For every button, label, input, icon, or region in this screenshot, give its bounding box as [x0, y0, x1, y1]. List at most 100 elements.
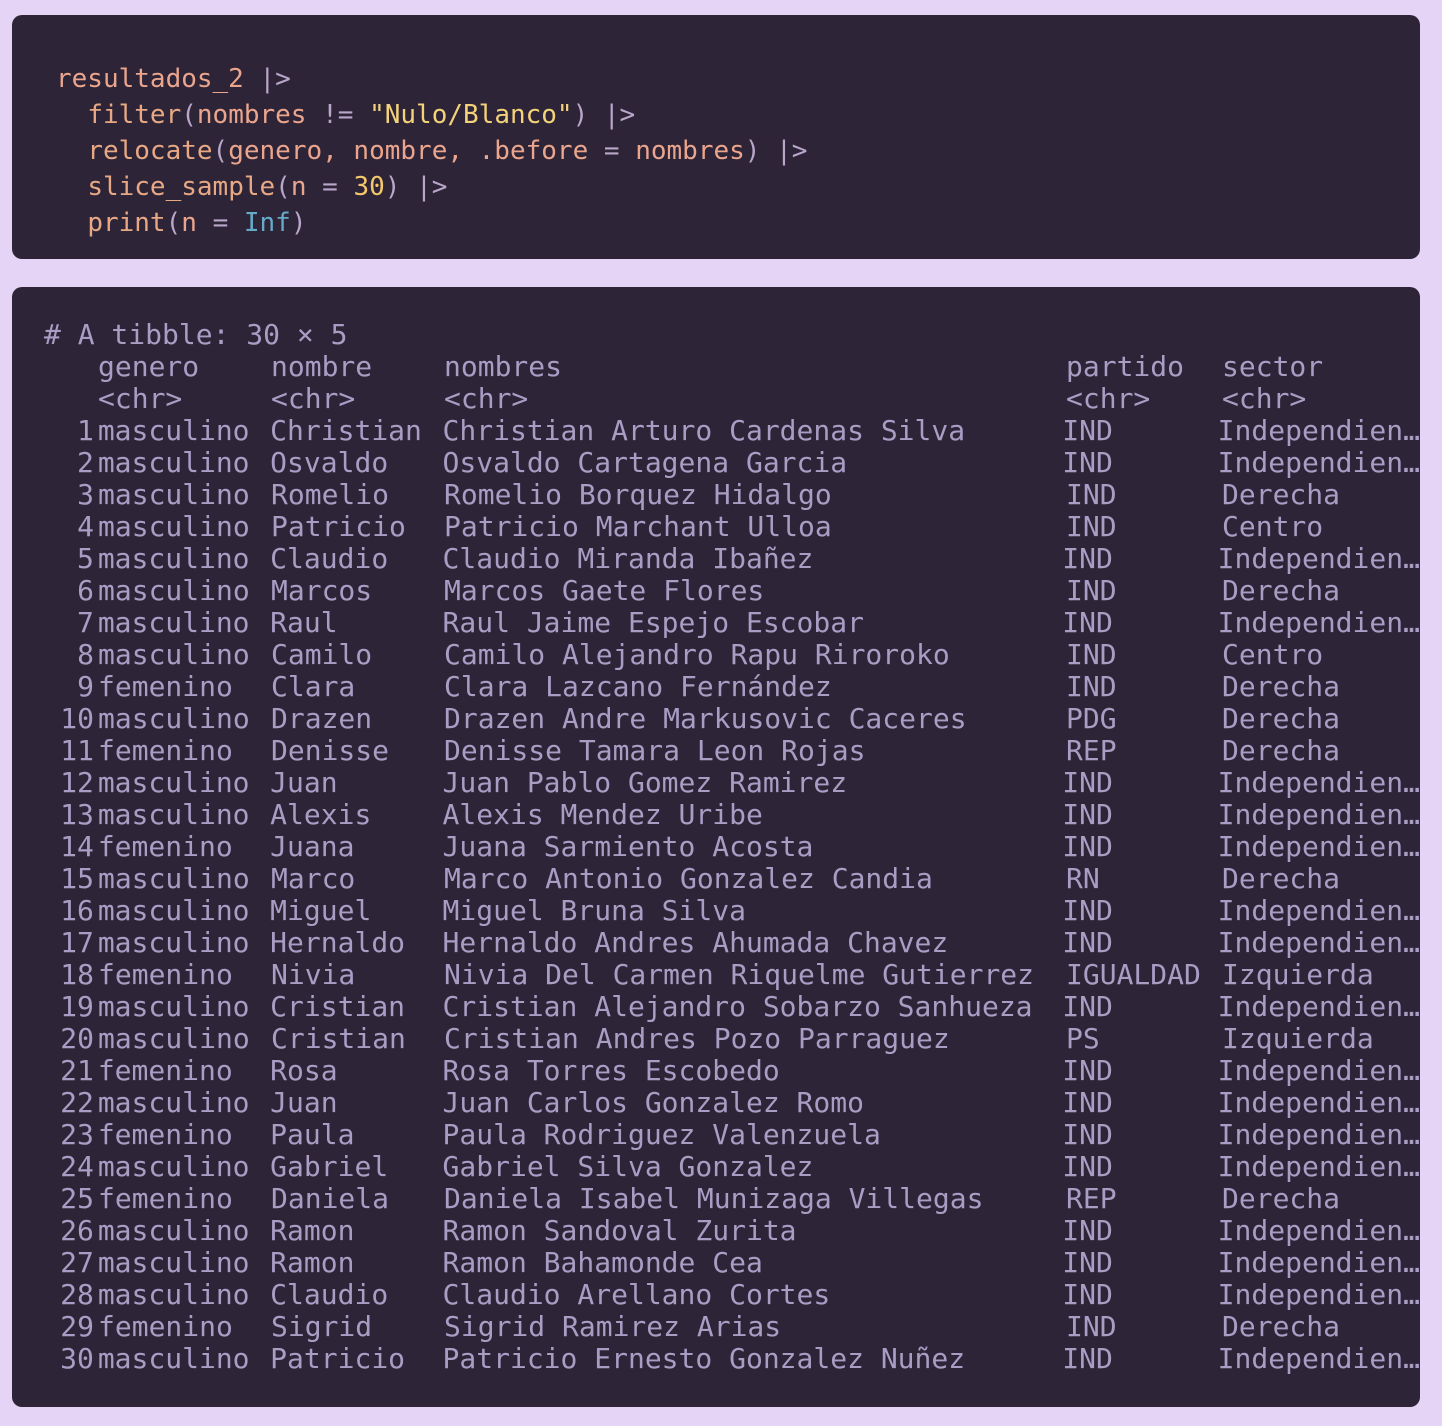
- cell-genero: masculino: [98, 510, 250, 543]
- table-row: 12 masculino Juan Juan Pablo Gomez Ramirez I…: [44, 767, 1420, 799]
- cell-nombres: Claudio Arellano Cortes: [442, 1278, 831, 1311]
- cell-genero: masculino: [97, 990, 250, 1023]
- row-index: 24: [60, 1150, 94, 1183]
- cell-nombre: Juan: [270, 1086, 338, 1119]
- cell-partido: IND: [1062, 1150, 1113, 1183]
- cell-nombres: Sigrid Ramirez Arias: [444, 1310, 782, 1343]
- code-pipe: |>: [259, 64, 291, 94]
- table-row: 28 masculino Claudio Claudio Arellano Corte…: [44, 1279, 1420, 1311]
- cell-nombre: Daniela: [271, 1182, 390, 1215]
- cell-genero: masculino: [97, 606, 250, 639]
- cell-genero: masculino: [97, 798, 250, 831]
- table-row: 7 masculino Raul Raul Jaime Espejo Escobar I…: [44, 607, 1420, 639]
- cell-genero: masculino: [97, 766, 250, 799]
- output-block: # A tibble: 30 × 5 genero nombre nombres…: [12, 287, 1420, 1407]
- table-row: 2 masculino Osvaldo Osvaldo Cartagena Garci…: [44, 447, 1420, 479]
- cell-partido: IND: [1062, 766, 1113, 799]
- cell-nombre: Cristian: [270, 990, 406, 1023]
- cell-nombre: Rosa: [270, 1054, 338, 1087]
- cell-nombre: Paula: [270, 1118, 355, 1151]
- cell-sector: Independien…: [1217, 1214, 1420, 1247]
- cell-nombre: Denisse: [271, 734, 390, 767]
- cell-nombre: Gabriel: [270, 1150, 389, 1183]
- cell-partido: IND: [1062, 542, 1113, 575]
- cell-nombres: Romelio Borquez Hidalgo: [444, 478, 832, 511]
- code-print-fn: print: [87, 208, 166, 238]
- code-relocate-args: genero, nombre, .before: [228, 136, 589, 166]
- cell-partido: IND: [1062, 414, 1113, 447]
- code-print-arg: n: [181, 208, 197, 238]
- cell-nombre: Osvaldo: [270, 446, 389, 479]
- code-slice-value: 30: [353, 172, 385, 202]
- column-header: sector: [1222, 350, 1324, 383]
- code-pipe: |>: [416, 172, 448, 202]
- cell-nombres: Marco Antonio Gonzalez Candia: [444, 862, 933, 895]
- cell-nombres: Ramon Bahamonde Cea: [442, 1246, 763, 1279]
- cell-sector: Derecha: [1222, 862, 1341, 895]
- row-index: 1: [76, 414, 94, 447]
- cell-genero: masculino: [97, 542, 250, 575]
- column-header: partido: [1066, 350, 1185, 383]
- table-row: 23 femenino Paula Paula Rodriguez Valenzuel…: [44, 1119, 1420, 1151]
- cell-partido: IND: [1062, 446, 1113, 479]
- code-pipe: |>: [603, 100, 636, 130]
- cell-partido: IND: [1062, 606, 1113, 639]
- row-index: 10: [60, 702, 94, 735]
- cell-nombres: Juana Sarmiento Acosta: [442, 830, 814, 863]
- code-print-eq: =: [212, 208, 229, 238]
- table-row: 15 masculino Marco Marco Antonio Gonzalez C…: [44, 863, 1420, 895]
- code-relocate-eq: =: [603, 136, 620, 166]
- cell-sector: Derecha: [1222, 574, 1341, 607]
- cell-sector: Independien…: [1217, 766, 1420, 799]
- code-relocate-fn: relocate: [87, 136, 213, 166]
- row-index: 12: [60, 766, 94, 799]
- cell-partido: RN: [1066, 862, 1100, 895]
- table-row: 17 masculino Hernaldo Hernaldo Andres Ahuma…: [44, 927, 1420, 959]
- cell-nombres: Drazen Andre Markusovic Caceres: [444, 702, 967, 735]
- table-row: 27 masculino Ramon Ramon Bahamonde Cea IND In…: [44, 1247, 1420, 1279]
- code-slice-eq: =: [322, 172, 338, 202]
- cell-genero: masculino: [97, 446, 250, 479]
- cell-partido: REP: [1066, 1182, 1117, 1215]
- cell-nombre: Marco: [271, 862, 356, 895]
- cell-partido: IND: [1062, 1118, 1113, 1151]
- cell-genero: femenino: [98, 1310, 233, 1343]
- cell-sector: Independien…: [1217, 1054, 1420, 1087]
- table-row: 26 masculino Ramon Ramon Sandoval Zurita IND…: [44, 1215, 1420, 1247]
- cell-genero: masculino: [97, 414, 250, 447]
- cell-sector: Independien…: [1217, 894, 1420, 927]
- cell-partido: IND: [1062, 1086, 1113, 1119]
- table-body: 1 masculino Christian Christian Arturo Card…: [44, 415, 1420, 1375]
- column-type: <chr>: [1222, 382, 1307, 415]
- code-filter-fn: filter: [87, 100, 182, 130]
- table-row: 4 masculino Patricio Patricio Marchant Ullo…: [44, 511, 1420, 543]
- cell-genero: masculino: [98, 862, 250, 895]
- table-row: 30 masculino Patricio Patricio Ernesto Gonz…: [44, 1343, 1420, 1375]
- cell-nombres: Cristian Alejandro Sobarzo Sanhueza: [442, 990, 1033, 1023]
- row-index: 30: [60, 1342, 94, 1375]
- cell-nombre: Sigrid: [271, 1310, 373, 1343]
- table-row: 21 femenino Rosa Rosa Torres Escobedo IND Ind…: [44, 1055, 1420, 1087]
- row-index: 5: [76, 542, 94, 575]
- cell-sector: Izquierda: [1222, 958, 1374, 991]
- code-line-3: relocate(genero, nombre, .before = nombr…: [87, 136, 808, 166]
- column-type: <chr>: [1066, 382, 1151, 415]
- cell-nombre: Hernaldo: [270, 926, 406, 959]
- column-type: <chr>: [271, 382, 356, 415]
- cell-nombres: Miguel Bruna Silva: [442, 894, 746, 927]
- cell-nombre: Clara: [271, 670, 356, 703]
- cell-genero: masculino: [97, 1086, 250, 1119]
- cell-nombre: Nivia: [271, 958, 356, 991]
- cell-genero: femenino: [97, 830, 233, 863]
- cell-nombre: Claudio: [270, 542, 389, 575]
- column-header: genero: [98, 350, 200, 383]
- cell-nombre: Claudio: [270, 1278, 389, 1311]
- table-row: 1 masculino Christian Christian Arturo Card…: [44, 415, 1420, 447]
- cell-partido: IND: [1062, 990, 1113, 1023]
- row-index: 6: [77, 574, 94, 607]
- cell-genero: masculino: [97, 1278, 250, 1311]
- code-filter-col: nombres: [196, 100, 307, 130]
- row-index: 25: [60, 1182, 94, 1215]
- cell-sector: Centro: [1222, 638, 1324, 671]
- cell-genero: femenino: [98, 670, 233, 703]
